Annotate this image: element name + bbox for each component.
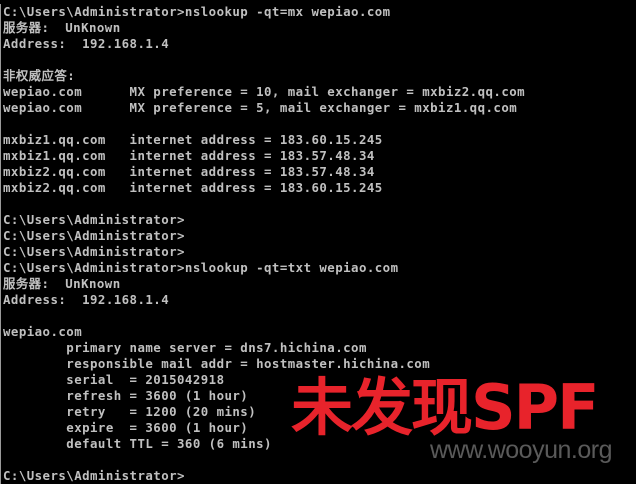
console-line: mxbiz2.qq.com internet address = 183.57.… <box>3 164 375 179</box>
console-line: C:\Users\Administrator>nslookup -qt=txt … <box>3 260 399 275</box>
console-line: mxbiz1.qq.com internet address = 183.60.… <box>3 132 383 147</box>
console-line: wepiao.com MX preference = 5, mail excha… <box>3 100 518 115</box>
console-line: 服务器: UnKnown <box>3 276 121 291</box>
console-line: wepiao.com <box>3 324 83 339</box>
console-line: C:\Users\Administrator> <box>3 228 185 243</box>
console-line: mxbiz2.qq.com internet address = 183.60.… <box>3 180 383 195</box>
console-line: mxbiz1.qq.com internet address = 183.57.… <box>3 148 375 163</box>
console-line: Address: 192.168.1.4 <box>3 292 170 307</box>
annotation-no-spf: 未发现SPF <box>291 371 599 444</box>
console-line: C:\Users\Administrator> <box>3 468 185 483</box>
console-line: wepiao.com MX preference = 10, mail exch… <box>3 84 526 99</box>
console-line: 非权威应答: <box>3 68 76 83</box>
console-line: C:\Users\Administrator> <box>3 212 185 227</box>
console-line: 服务器: UnKnown <box>3 20 121 35</box>
watermark: www.wooyun.org <box>430 436 612 464</box>
console-line: C:\Users\Administrator>nslookup -qt=mx w… <box>3 4 391 19</box>
console-line: Address: 192.168.1.4 <box>3 36 170 51</box>
console-line: primary name server = dns7.hichina.com <box>3 340 367 355</box>
console-line: C:\Users\Administrator> <box>3 244 185 259</box>
